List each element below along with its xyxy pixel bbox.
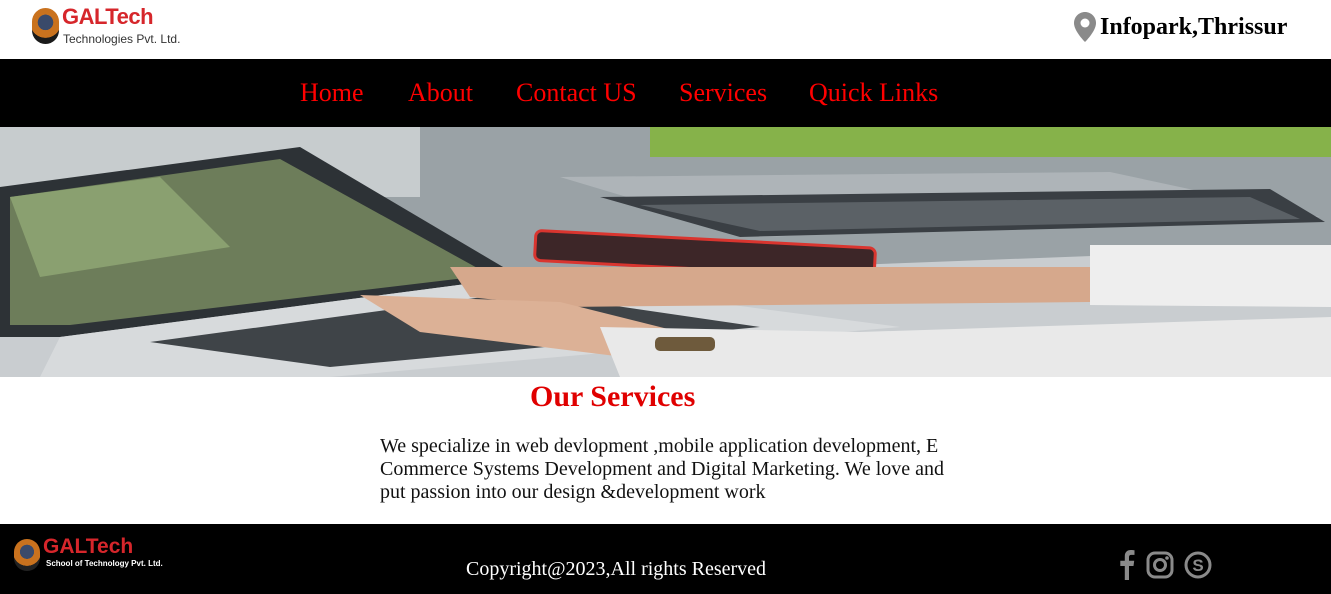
nav-contact[interactable]: Contact US [516, 78, 637, 108]
svg-text:S: S [1192, 556, 1203, 575]
footer-logo-subtitle: School of Technology Pvt. Ltd. [46, 559, 163, 568]
logo-badge-icon [32, 8, 59, 44]
nav-home[interactable]: Home [300, 78, 364, 108]
logo-subtitle: Technologies Pvt. Ltd. [63, 32, 181, 46]
copyright-text: Copyright@2023,All rights Reserved [466, 558, 767, 580]
hero-banner-image [0, 127, 1331, 377]
site-header: GALTech Technologies Pvt. Ltd. Infopark,… [0, 0, 1331, 59]
nav-services[interactable]: Services [679, 78, 767, 108]
services-title: Our Services [530, 380, 696, 413]
social-links: S [1116, 550, 1222, 585]
services-description: We specialize in web devlopment ,mobile … [380, 435, 945, 503]
skype-icon[interactable]: S [1184, 551, 1212, 584]
location-text: Infopark,Thrissur [1100, 13, 1288, 40]
logo-name: GALTech [62, 4, 154, 29]
nav-about[interactable]: About [408, 78, 473, 108]
facebook-icon[interactable] [1116, 550, 1136, 585]
location: Infopark,Thrissur [1074, 12, 1287, 42]
nav-quick-links[interactable]: Quick Links [809, 78, 938, 108]
footer-logo[interactable]: GALTech School of Technology Pvt. Ltd. [14, 535, 174, 573]
hero-illustration [0, 127, 1331, 377]
company-logo[interactable]: GALTech Technologies Pvt. Ltd. [32, 4, 192, 47]
site-footer: GALTech School of Technology Pvt. Ltd. C… [0, 524, 1331, 594]
footer-logo-badge-icon [14, 539, 40, 571]
instagram-icon[interactable] [1146, 551, 1174, 584]
map-pin-icon [1074, 12, 1096, 42]
footer-logo-name: GALTech [43, 535, 134, 558]
main-nav: Home About Contact US Services Quick Lin… [0, 59, 1331, 127]
